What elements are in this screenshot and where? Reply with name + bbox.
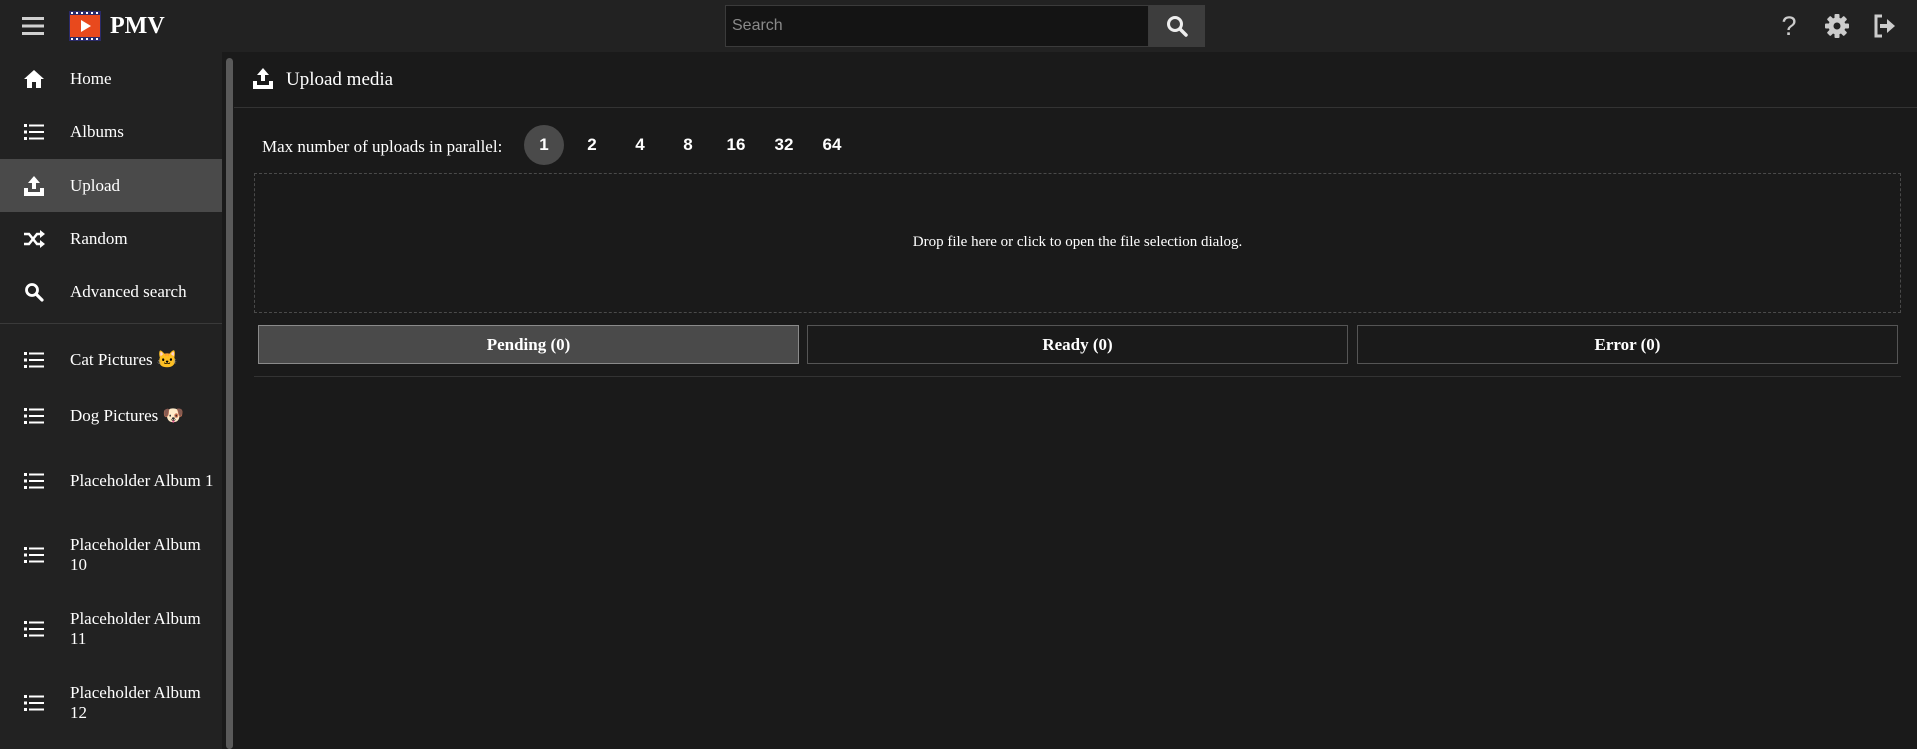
shuffle-icon xyxy=(22,227,46,251)
sidebar-album-label: Placeholder Album 10 xyxy=(70,535,201,574)
search-icon xyxy=(22,280,46,304)
sidebar-album-label: Placeholder Album 1 xyxy=(70,471,214,490)
search-icon xyxy=(1167,16,1188,37)
sidebar-item-label: Random xyxy=(70,228,128,248)
parallel-option-1[interactable]: 1 xyxy=(524,125,564,165)
tab-error[interactable]: Error (0) xyxy=(1357,325,1898,364)
sidebar-album-placeholder-1[interactable]: Placeholder Album 1 xyxy=(0,444,222,518)
search-bar xyxy=(725,5,1205,47)
sidebar-album-label: Dog Pictures 🐶 xyxy=(70,406,184,425)
parallel-option-2[interactable]: 2 xyxy=(572,125,612,165)
page-title: Upload media xyxy=(286,69,394,90)
parallel-option-32[interactable]: 32 xyxy=(764,125,804,165)
file-dropzone[interactable]: Drop file here or click to open the file… xyxy=(254,173,1901,313)
dog-emoji-icon: 🐶 xyxy=(162,406,184,425)
parallel-uploads-label: Max number of uploads in parallel: xyxy=(262,137,503,156)
sidebar-item-albums[interactable]: Albums xyxy=(0,105,222,158)
parallel-option-16[interactable]: 16 xyxy=(716,125,756,165)
parallel-option-64[interactable]: 64 xyxy=(812,125,852,165)
gear-icon[interactable] xyxy=(1822,11,1852,41)
sidebar-album-dog-pictures[interactable]: Dog Pictures 🐶 xyxy=(0,388,222,444)
app-title[interactable]: PMV xyxy=(110,11,165,41)
tab-ready[interactable]: Ready (0) xyxy=(807,325,1348,364)
sidebar-album-placeholder-12[interactable]: Placeholder Album 12 xyxy=(0,666,222,740)
list-icon xyxy=(22,120,46,144)
cat-emoji-icon: 🐱 xyxy=(156,350,179,369)
sidebar-item-random[interactable]: Random xyxy=(0,212,222,265)
top-bar: PMV ? xyxy=(0,0,1917,52)
sidebar-item-upload[interactable]: Upload xyxy=(0,159,222,212)
album-list-icon xyxy=(22,348,46,372)
sidebar-album-label: Cat Pictures 🐱 xyxy=(70,350,179,369)
tab-pending[interactable]: Pending (0) xyxy=(258,325,799,364)
sidebar-album-cat-pictures[interactable]: Cat Pictures 🐱 xyxy=(0,332,222,388)
album-list-icon xyxy=(22,691,46,715)
album-list-icon xyxy=(22,469,46,493)
album-list-icon xyxy=(22,617,46,641)
sidebar-item-home[interactable]: Home xyxy=(0,52,222,105)
sidebar-album-label: Placeholder Album 12 xyxy=(70,683,201,722)
sidebar-scrollbar-thumb[interactable] xyxy=(226,58,233,749)
parallel-option-4[interactable]: 4 xyxy=(620,125,660,165)
sidebar: Home Albums Upload Random Advanced searc… xyxy=(0,52,222,749)
sidebar-item-label: Advanced search xyxy=(70,281,187,301)
upload-icon xyxy=(22,174,46,198)
sidebar-album-label: Placeholder Album 11 xyxy=(70,609,201,648)
sidebar-item-label: Albums xyxy=(70,121,124,141)
sidebar-item-advanced-search[interactable]: Advanced search xyxy=(0,265,222,318)
page-header: Upload media xyxy=(234,52,1917,108)
home-icon xyxy=(22,67,46,91)
sidebar-album-placeholder-10[interactable]: Placeholder Album 10 xyxy=(0,518,222,592)
upload-icon xyxy=(252,68,276,92)
menu-icon[interactable] xyxy=(18,10,50,42)
app-logo-icon[interactable] xyxy=(69,11,101,41)
search-button[interactable] xyxy=(1149,5,1205,47)
sidebar-item-label: Home xyxy=(70,68,112,88)
tabs-divider xyxy=(254,376,1901,377)
sidebar-album-placeholder-11[interactable]: Placeholder Album 11 xyxy=(0,592,222,666)
logout-icon[interactable] xyxy=(1870,11,1900,41)
sidebar-divider xyxy=(0,323,222,324)
dropzone-text: Drop file here or click to open the file… xyxy=(912,233,1243,250)
help-icon[interactable]: ? xyxy=(1774,11,1804,41)
album-list-icon xyxy=(22,404,46,428)
main-content: Upload media Max number of uploads in pa… xyxy=(234,52,1917,749)
search-input[interactable] xyxy=(725,5,1149,47)
parallel-option-8[interactable]: 8 xyxy=(668,125,708,165)
sidebar-item-label: Upload xyxy=(70,175,121,195)
album-list-icon xyxy=(22,543,46,567)
